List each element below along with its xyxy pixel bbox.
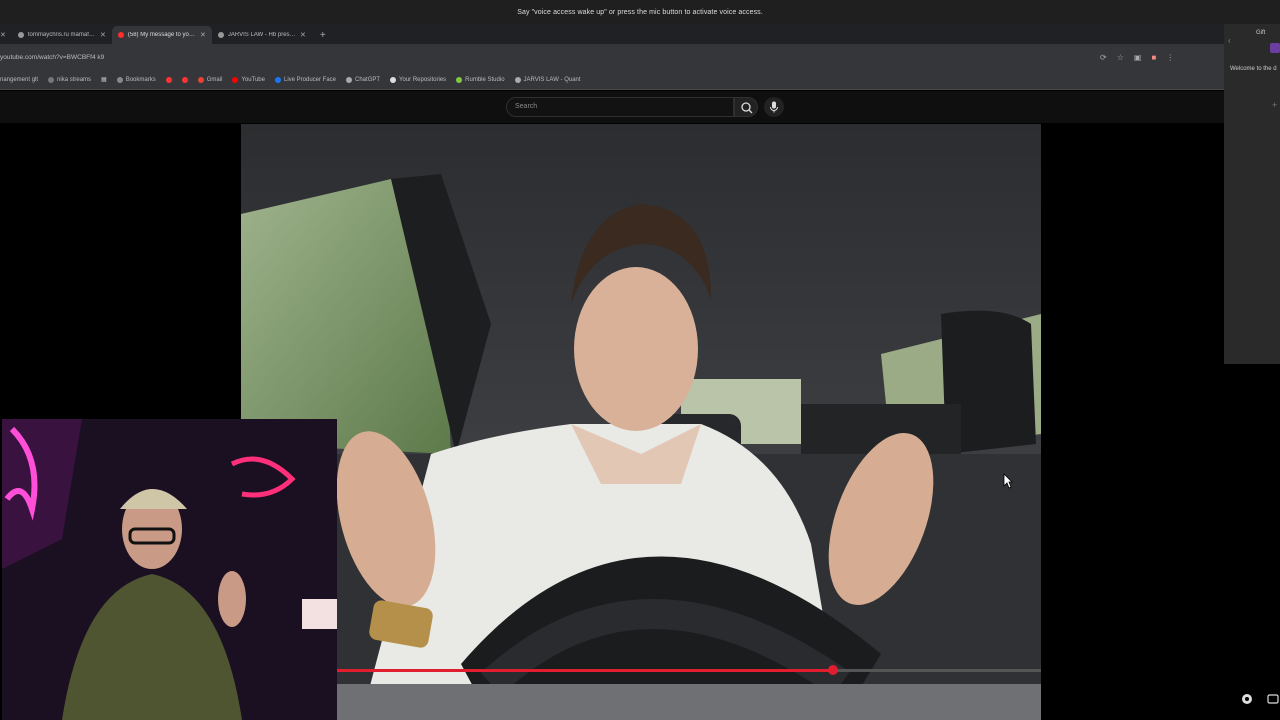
bookmark-item[interactable]: ChatGPT bbox=[346, 76, 381, 83]
player-controls bbox=[1240, 692, 1280, 706]
mic-icon bbox=[770, 101, 778, 113]
youtube-icon bbox=[232, 76, 239, 83]
bookmark-item[interactable]: Live Producer Face bbox=[274, 76, 337, 83]
bookmark-label: YouTube bbox=[241, 76, 265, 83]
bookmark-favicon bbox=[181, 76, 188, 83]
video-player[interactable] bbox=[241, 124, 1041, 720]
welcome-text: Welcome to the d bbox=[1230, 66, 1277, 72]
browser-toolbar: youtube.com/watch?v=BWCBFf4 k9 ⟳ ☆ ▣ ■ ⋮ bbox=[0, 44, 1224, 70]
address-bar[interactable]: youtube.com/watch?v=BWCBFf4 k9 bbox=[0, 54, 1100, 61]
github-icon bbox=[390, 76, 397, 83]
cc-icon[interactable] bbox=[1266, 692, 1280, 706]
tab-label: tommaychris.ru mamafamm - ex bbox=[27, 32, 96, 38]
gift-label[interactable]: Gift bbox=[1256, 30, 1265, 36]
bookmark-favicon bbox=[165, 76, 172, 83]
browser-tab[interactable]: tommaychris.ru mamafamm - ex ✕ bbox=[12, 26, 112, 44]
bookmark-label: Your Repositories bbox=[399, 76, 447, 83]
facebook-icon bbox=[274, 76, 281, 83]
extension-icon[interactable] bbox=[1270, 43, 1280, 53]
gmail-icon bbox=[197, 76, 204, 83]
bookmark-label: nangement glt bbox=[0, 76, 39, 83]
youtube-favicon bbox=[117, 32, 124, 38]
voice-search-button[interactable] bbox=[764, 97, 784, 117]
bookmark-item[interactable]: YouTube bbox=[232, 76, 265, 83]
browser-tab-active[interactable]: (58) My message to young - ✕ bbox=[111, 26, 212, 44]
plus-icon[interactable]: + bbox=[1272, 100, 1277, 110]
bookmark-label: JARVIS LAW - Quant bbox=[523, 76, 581, 83]
bookmark-item[interactable] bbox=[181, 76, 188, 83]
bookmark-label: Bookmarks bbox=[125, 76, 156, 83]
cursor-icon bbox=[1003, 473, 1013, 489]
video-frame-image bbox=[241, 124, 1041, 720]
extension-icon[interactable]: ⟳ bbox=[1100, 53, 1107, 62]
tab-favicon bbox=[217, 32, 224, 38]
search-placeholder: Search bbox=[515, 103, 538, 110]
close-icon[interactable]: ✕ bbox=[0, 31, 12, 44]
chevron-left-icon[interactable]: ‹ bbox=[1228, 36, 1231, 45]
menu-icon[interactable]: ⋮ bbox=[1166, 53, 1174, 62]
voice-access-banner: Say "voice access wake up" or press the … bbox=[0, 0, 1280, 24]
bookmark-item[interactable]: ▦ bbox=[101, 76, 107, 83]
progress-fill bbox=[337, 669, 834, 672]
bookmark-item[interactable] bbox=[165, 76, 172, 83]
bookmark-item[interactable]: Gmail bbox=[197, 76, 223, 83]
star-icon[interactable]: ☆ bbox=[1117, 53, 1124, 62]
grid-icon: ▦ bbox=[101, 77, 107, 83]
bookmark-item[interactable]: Bookmarks bbox=[116, 76, 156, 83]
bookmark-favicon bbox=[116, 76, 123, 83]
tab-favicon bbox=[17, 32, 24, 38]
close-icon[interactable]: ✕ bbox=[300, 31, 306, 39]
bookmark-label: Gmail bbox=[206, 76, 223, 83]
bookmark-label: nika streams bbox=[57, 76, 92, 83]
bookmark-item[interactable]: Rumble Studio bbox=[456, 76, 505, 83]
webcam-image bbox=[2, 419, 337, 720]
bookmark-favicon bbox=[514, 76, 521, 83]
bookmarks-bar: nangement glt nika streams ▦ Bookmarks G… bbox=[0, 70, 1224, 90]
bookmark-label: ChatGPT bbox=[355, 76, 381, 83]
browser-tab[interactable]: JARVIS LAW - Hb press st de ✕ bbox=[212, 26, 312, 44]
youtube-header: Search bbox=[0, 91, 1224, 123]
profile-icon[interactable]: ■ bbox=[1151, 53, 1156, 62]
bookmark-item[interactable]: nika streams bbox=[48, 76, 92, 83]
bookmark-label: Live Producer Face bbox=[283, 76, 337, 83]
extension-icon[interactable]: ▣ bbox=[1134, 53, 1142, 62]
bookmark-item[interactable]: Your Repositories bbox=[390, 76, 447, 83]
bookmark-favicon bbox=[48, 76, 55, 83]
webcam-overlay bbox=[2, 419, 337, 720]
search-icon bbox=[741, 102, 753, 114]
bookmark-label: Rumble Studio bbox=[465, 76, 505, 83]
browser-tab-strip: ✕ tommaychris.ru mamafamm - ex ✕ (58) My… bbox=[0, 24, 1224, 44]
search-button[interactable] bbox=[734, 97, 758, 117]
tab-label: (58) My message to young - bbox=[127, 32, 196, 38]
search-input[interactable]: Search bbox=[506, 97, 734, 117]
bookmark-item[interactable]: JARVIS LAW - Quant bbox=[514, 76, 581, 83]
side-panel: ‹ Gift Welcome to the d + bbox=[1224, 24, 1280, 364]
close-icon[interactable]: ✕ bbox=[200, 31, 206, 39]
plus-icon[interactable]: + bbox=[312, 30, 334, 44]
chatgpt-icon bbox=[346, 76, 353, 83]
rumble-icon bbox=[456, 76, 463, 83]
video-progress-bar[interactable] bbox=[337, 665, 1041, 675]
tab-label: JARVIS LAW - Hb press st de bbox=[227, 32, 296, 38]
settings-icon[interactable] bbox=[1240, 692, 1254, 706]
bookmark-item[interactable]: nangement glt bbox=[0, 77, 38, 83]
close-icon[interactable]: ✕ bbox=[100, 31, 106, 39]
voice-access-message: Say "voice access wake up" or press the … bbox=[517, 8, 763, 16]
